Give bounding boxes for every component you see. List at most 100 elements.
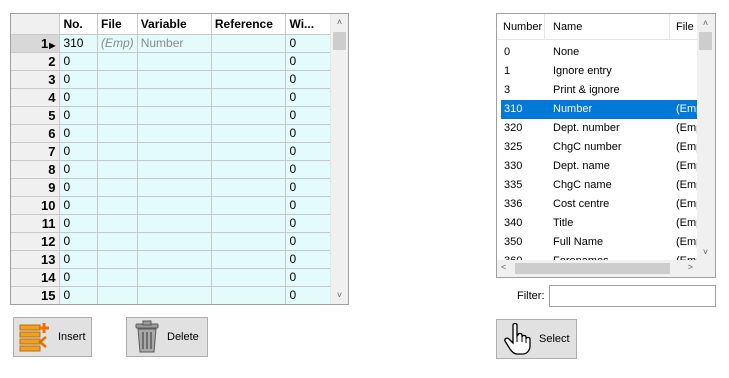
list-scroll-thumb[interactable] [699,32,712,50]
column-header-no[interactable]: No. [59,14,99,35]
list-item[interactable]: 325 ChgC number (Emp [501,138,697,157]
delete-button[interactable]: Delete [126,317,208,357]
list-item[interactable]: 3 Print & ignore [501,81,697,100]
list-column-number[interactable]: Number [503,21,542,33]
list-item[interactable]: 320 Dept. number (Emp [501,119,697,138]
select-button[interactable]: Select [496,319,577,359]
row-header[interactable]: 9 [11,178,61,197]
insert-button[interactable]: Insert [13,317,92,357]
cell-width[interactable]: 0 [285,160,331,179]
cell-file[interactable] [97,106,138,125]
list-item[interactable]: 330 Dept. name (Emp [501,157,697,176]
list-item[interactable]: 310 Number (Emp [501,100,697,119]
list-scroll-up-icon[interactable]: ˄ [697,18,714,28]
table-row[interactable]: 1▶ 310 (Emp) Number 0 [11,34,331,53]
cell-width[interactable]: 0 [285,214,331,233]
list-scroll-down-icon[interactable]: ˅ [697,244,714,261]
row-header[interactable]: 12 [11,232,61,251]
row-header[interactable]: 1▶ [11,34,61,53]
row-header[interactable]: 3 [11,70,61,89]
list-item[interactable]: 336 Cost centre (Emp [501,195,697,214]
cell-reference[interactable] [211,70,287,89]
column-header-file[interactable]: File [97,14,138,35]
column-header-variable[interactable]: Variable [137,14,212,35]
table-row[interactable]: 800 [11,160,331,179]
list-hscroll-thumb[interactable] [515,263,670,274]
cell-width[interactable]: 0 [285,286,331,304]
row-header[interactable]: 2 [11,52,61,71]
cell-variable[interactable] [137,142,212,161]
cell-no[interactable]: 0 [59,232,99,251]
cell-file[interactable] [97,196,138,215]
cell-variable[interactable] [137,250,212,269]
table-row[interactable]: 900 [11,178,331,197]
cell-reference[interactable] [211,286,287,304]
cell-variable[interactable] [137,124,212,143]
row-header[interactable]: 13 [11,250,61,269]
cell-file[interactable]: (Emp) [97,34,138,53]
cell-file[interactable] [97,178,138,197]
cell-no[interactable]: 0 [59,286,99,304]
cell-reference[interactable] [211,214,287,233]
table-row[interactable]: 15 0 0 [11,286,331,304]
row-header[interactable]: 7 [11,142,61,161]
cell-reference[interactable] [211,178,287,197]
cell-width[interactable]: 0 [285,232,331,251]
cell-variable[interactable] [137,268,212,287]
cell-file[interactable] [97,88,138,107]
list-vertical-scrollbar[interactable]: ˄ ˅ [697,14,715,261]
table-row[interactable]: 700 [11,142,331,161]
row-header[interactable]: 15 [11,286,61,304]
row-header[interactable]: 14 [11,268,61,287]
row-header[interactable]: 4 [11,88,61,107]
list-scroll-left-icon[interactable]: ˂ [501,262,506,272]
cell-file[interactable] [97,124,138,143]
cell-width[interactable]: 0 [285,70,331,89]
cell-no[interactable]: 0 [59,196,99,215]
scroll-down-icon[interactable]: ˅ [331,287,348,304]
cell-width[interactable]: 0 [285,88,331,107]
cell-reference[interactable] [211,196,287,215]
cell-variable[interactable] [137,196,212,215]
table-row[interactable]: 500 [11,106,331,125]
cell-width[interactable]: 0 [285,142,331,161]
list-scroll-right-icon[interactable]: ˃ [688,262,693,272]
cell-width[interactable]: 0 [285,124,331,143]
cell-no[interactable]: 0 [59,268,99,287]
cell-file[interactable] [97,286,138,304]
cell-reference[interactable] [211,52,287,71]
cell-no[interactable]: 0 [59,250,99,269]
list-item[interactable]: 1 Ignore entry [501,62,697,81]
cell-file[interactable] [97,214,138,233]
cell-variable[interactable] [137,70,212,89]
cell-width[interactable]: 0 [285,250,331,269]
cell-variable[interactable] [137,106,212,125]
cell-no[interactable]: 0 [59,124,99,143]
cell-file[interactable] [97,142,138,161]
corner-cell[interactable] [11,14,61,35]
cell-width[interactable]: 0 [285,178,331,197]
cell-reference[interactable] [211,232,287,251]
table-row[interactable]: 600 [11,124,331,143]
cell-variable[interactable] [137,178,212,197]
list-item[interactable]: 350 Full Name (Emp [501,233,697,252]
cell-no[interactable]: 0 [59,70,99,89]
row-header[interactable]: 11 [11,214,61,233]
filter-input[interactable] [549,285,716,307]
cell-reference[interactable] [211,250,287,269]
table-row[interactable]: 10 0 0 [11,196,331,215]
scroll-thumb[interactable] [333,32,346,50]
cell-reference[interactable] [211,106,287,125]
row-header[interactable]: 8 [11,160,61,179]
mapping-grid[interactable]: No. File Variable Reference Wi... 1▶ 310(… [10,13,349,305]
cell-variable[interactable] [137,232,212,251]
table-row[interactable]: 12 0 0 [11,232,331,251]
cell-no[interactable]: 310 [59,34,99,53]
list-column-name[interactable]: Name [553,21,582,33]
row-header[interactable]: 6 [11,124,61,143]
cell-file[interactable] [97,52,138,71]
cell-reference[interactable] [211,88,287,107]
list-column-file[interactable]: File [676,21,694,33]
cell-variable[interactable] [137,160,212,179]
cell-no[interactable]: 0 [59,178,99,197]
